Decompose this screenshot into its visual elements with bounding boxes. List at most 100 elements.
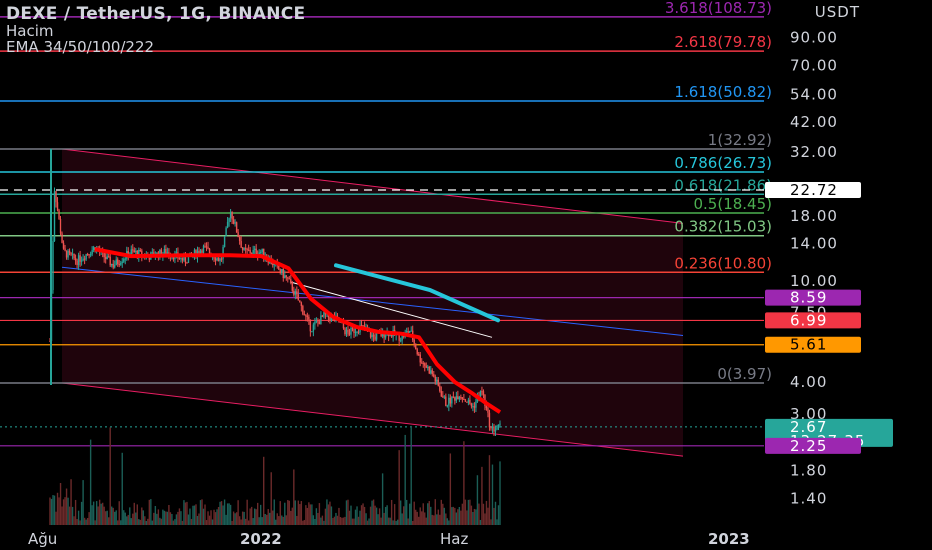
candle-body <box>354 331 357 333</box>
volume-bar <box>246 499 248 525</box>
candle-body <box>235 222 238 233</box>
volume-bar <box>469 499 471 525</box>
volume-bar <box>470 505 473 525</box>
volume-bar <box>458 507 461 525</box>
ema-indicator-label[interactable]: EMA 34/50/100/222 <box>6 38 154 56</box>
candle-body <box>329 317 331 321</box>
candle-body <box>260 251 262 253</box>
volume-bar <box>488 455 491 525</box>
fib-level-label: 0.5(18.45) <box>693 195 772 213</box>
candle-body <box>419 354 421 363</box>
volume-bar <box>455 512 458 525</box>
candle-body <box>437 379 439 386</box>
volume-bar <box>160 518 163 525</box>
candle-body <box>272 263 274 266</box>
volume-bar <box>422 503 424 525</box>
candle-body <box>300 302 303 307</box>
candle-body <box>288 278 290 280</box>
chart-title[interactable]: DEXE / TetherUS, 1G, BINANCE <box>6 4 305 24</box>
candle-body <box>305 315 307 317</box>
volume-bar <box>232 511 235 525</box>
volume-bar <box>235 512 238 525</box>
candle-body <box>219 258 221 262</box>
volume-bar <box>199 500 202 525</box>
volume-bar <box>315 508 318 525</box>
candle-body <box>321 315 324 317</box>
volume-bar <box>464 499 467 525</box>
candle-body <box>384 335 387 338</box>
volume-bar <box>363 506 366 525</box>
volume-bar <box>219 501 221 525</box>
volume-bar <box>165 511 167 525</box>
candle-body <box>58 210 60 219</box>
candle-body <box>118 264 120 266</box>
candle-body <box>344 328 346 335</box>
fib-level-label: 0.236(10.80) <box>674 254 772 272</box>
volume-bar <box>318 503 321 525</box>
candle-body <box>499 423 501 425</box>
volume-bar <box>107 517 110 525</box>
volume-bar <box>226 503 229 525</box>
volume-bar <box>74 499 77 525</box>
candle-body <box>350 327 352 335</box>
volume-bar <box>49 497 51 525</box>
volume-bar <box>129 507 131 525</box>
candle-body <box>74 258 77 261</box>
volume-bar <box>401 513 403 525</box>
x-tick-label: Haz <box>440 530 468 548</box>
volume-bar <box>64 497 66 525</box>
candle-body <box>62 242 65 249</box>
candle-body <box>202 245 205 253</box>
volume-bar <box>309 504 312 525</box>
volume-bar <box>428 501 430 525</box>
volume-bar <box>180 511 182 525</box>
candle-body <box>216 257 218 261</box>
volume-bar <box>175 514 178 525</box>
candle-body <box>454 397 456 401</box>
candle-body <box>317 321 319 323</box>
candle-body <box>165 249 167 255</box>
candle-body <box>312 324 315 332</box>
volume-bar <box>132 513 134 525</box>
volume-bar <box>278 516 280 525</box>
volume-bar <box>419 507 421 525</box>
candle-body <box>241 247 244 250</box>
candle-body <box>246 249 248 251</box>
volume-bar <box>395 520 397 525</box>
volume-bar <box>270 472 272 525</box>
volume-bar <box>485 500 488 525</box>
volume-bar <box>154 506 157 525</box>
volume-bar <box>147 518 149 525</box>
volume-bar <box>329 501 331 525</box>
candle-body <box>311 331 313 333</box>
candle-body <box>91 250 93 255</box>
volume-bar <box>451 507 453 525</box>
volume-bar <box>138 519 140 525</box>
candle-body <box>55 191 57 203</box>
volume-bar <box>213 509 215 525</box>
candle-body <box>130 249 132 255</box>
candle-body <box>59 218 62 234</box>
volume-bar <box>77 510 80 525</box>
volume-bar <box>88 512 90 525</box>
volume-bar <box>348 510 351 525</box>
candle-body <box>80 260 83 262</box>
candle-body <box>493 426 495 432</box>
candle-body <box>132 249 134 251</box>
candle-body <box>436 379 438 382</box>
price-chart[interactable]: 3.618(108.73) 2.618(79.78) 1.618(50.82) 1(3… <box>0 0 932 550</box>
candle-body <box>186 262 188 264</box>
volume-bars <box>49 425 501 525</box>
volume-bar <box>446 518 449 525</box>
volume-bar <box>442 503 444 525</box>
candle-body <box>443 396 446 398</box>
candle-body <box>53 191 56 242</box>
candle-body <box>356 331 358 333</box>
candle-body <box>434 376 436 382</box>
volume-bar <box>452 506 455 525</box>
volume-bar <box>282 516 284 525</box>
candle-body <box>88 254 90 256</box>
candle-body <box>470 403 473 407</box>
volume-bar <box>73 516 75 525</box>
volume-bar <box>335 512 337 525</box>
